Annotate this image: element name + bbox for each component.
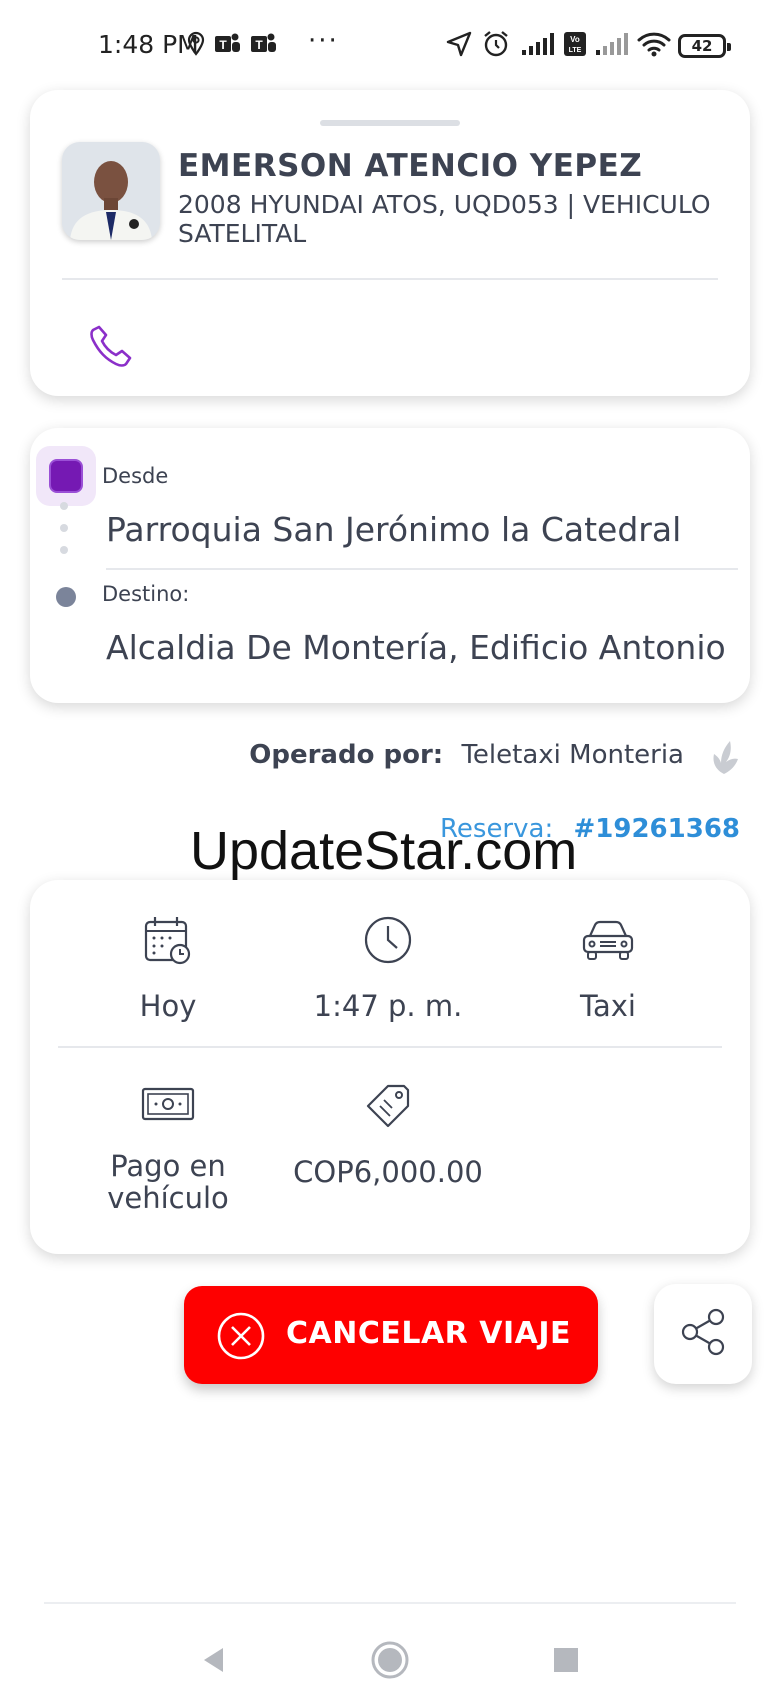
driver-card: EMERSON ATENCIO YEPEZ 2008 HYUNDAI ATOS,… <box>30 90 750 396</box>
origin-address[interactable]: Parroquia San Jerónimo la Catedral <box>106 510 728 549</box>
battery-icon: 42 <box>678 34 731 58</box>
divider <box>58 1046 722 1048</box>
close-circle-icon <box>216 1311 266 1361</box>
origin-label: Desde <box>102 464 169 488</box>
route-dot <box>60 502 68 510</box>
price-cell: COP6,000.00 <box>278 1082 498 1188</box>
destination-marker-icon <box>56 587 76 607</box>
call-driver-button[interactable] <box>86 322 138 374</box>
trip-price: COP6,000.00 <box>293 1155 483 1189</box>
operator-label: Operado por: <box>249 740 444 770</box>
vehicle-info: 2008 HYUNDAI ATOS, UQD053 | VEHICULO SAT… <box>178 190 711 248</box>
alarm-icon <box>480 28 512 60</box>
share-button[interactable] <box>654 1284 752 1384</box>
destination-label: Destino: <box>102 582 190 606</box>
volte-icon: Vo LTE <box>562 28 588 60</box>
cancel-trip-button[interactable]: CANCELAR VIAJE <box>184 1286 598 1384</box>
clock-icon <box>278 914 498 970</box>
home-icon[interactable] <box>364 1634 416 1686</box>
recents-icon[interactable] <box>540 1634 592 1686</box>
reservation-number[interactable]: #19261368 <box>573 814 740 844</box>
payment-method: Pago en vehículo <box>107 1149 229 1215</box>
svg-text:LTE: LTE <box>569 47 582 54</box>
status-bar: 1:48 PM T T ··· Vo LTE 42 <box>0 0 780 90</box>
wifi-icon <box>636 28 672 60</box>
route-card: Desde Parroquia San Jerónimo la Catedral… <box>30 428 750 703</box>
trip-date: Hoy <box>139 989 197 1023</box>
cash-icon <box>58 1082 278 1130</box>
time-cell: 1:47 p. m. <box>278 914 498 1022</box>
divider <box>106 568 738 570</box>
teams-icon: T <box>248 28 278 60</box>
svg-text:T: T <box>255 38 263 52</box>
payment-cell: Pago en vehículo <box>58 1082 278 1214</box>
trip-info-card: Hoy 1:47 p. m. Taxi Pago en vehículo COP… <box>30 880 750 1254</box>
divider <box>62 278 718 280</box>
share-icon <box>676 1305 730 1363</box>
price-tag-icon <box>278 1082 498 1136</box>
driver-name: EMERSON ATENCIO YEPEZ <box>178 148 643 184</box>
route-dot <box>60 546 68 554</box>
teams-icon: T <box>212 28 242 60</box>
signal-weak-icon <box>594 28 630 60</box>
calendar-icon <box>58 914 278 970</box>
svg-text:T: T <box>219 38 227 52</box>
location-pin-icon <box>184 28 208 60</box>
nav-divider <box>44 1602 736 1604</box>
route-dot <box>60 524 68 532</box>
back-icon[interactable] <box>188 1634 240 1686</box>
date-cell: Hoy <box>58 914 278 1022</box>
drag-handle[interactable] <box>320 120 460 126</box>
cancel-trip-label: CANCELAR VIAJE <box>286 1316 571 1351</box>
vehicle-type-cell: Taxi <box>498 914 718 1022</box>
destination-address[interactable]: Alcaldia De Montería, Edificio Antonio <box>106 628 728 667</box>
vehicle-type: Taxi <box>580 989 636 1023</box>
phone-icon <box>89 323 135 373</box>
operator-line: Operado por: Teletaxi Monteria <box>249 740 684 770</box>
driver-photo <box>62 142 160 240</box>
car-icon <box>498 914 718 970</box>
leaf-logo-icon <box>706 736 742 776</box>
more-dots-icon: ··· <box>308 26 339 56</box>
svg-text:Vo: Vo <box>570 35 580 44</box>
origin-marker-icon <box>36 446 96 506</box>
navigation-arrow-icon <box>444 28 474 60</box>
watermark: UpdateStar.com <box>190 821 578 881</box>
trip-time: 1:47 p. m. <box>313 989 463 1023</box>
signal-icon <box>520 28 556 60</box>
operator-name: Teletaxi Monteria <box>461 740 684 770</box>
